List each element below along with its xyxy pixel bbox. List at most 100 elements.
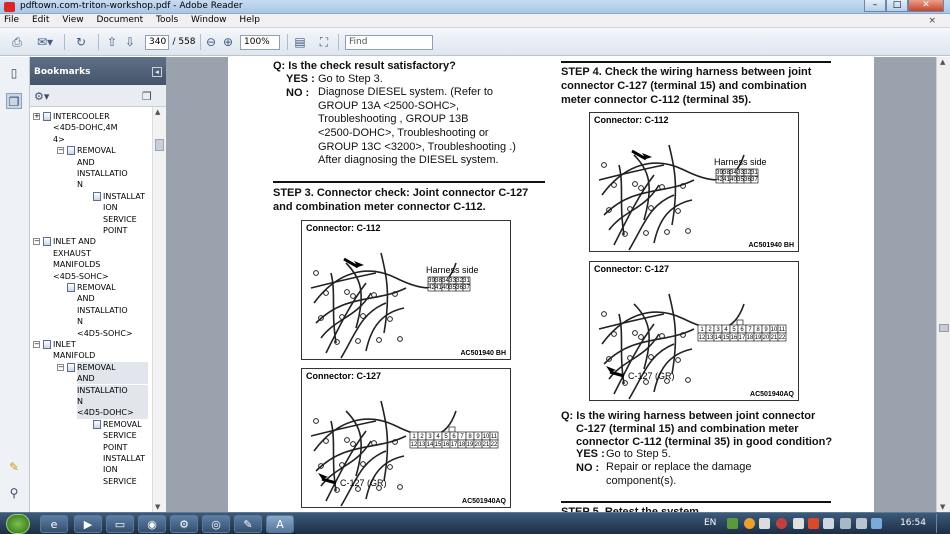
menu-tools[interactable]: Tools: [152, 14, 184, 25]
bookmark-item[interactable]: INSTALLATIO: [77, 305, 148, 316]
tray-update-icon[interactable]: [744, 518, 755, 529]
menu-help[interactable]: Help: [235, 14, 266, 25]
bookmark-item[interactable]: N: [77, 179, 148, 190]
menu-document[interactable]: Document: [92, 14, 149, 25]
attachments-icon[interactable]: ⚲: [6, 485, 22, 501]
bookmark-item[interactable]: <4D5-SOHC>: [53, 271, 148, 282]
bookmark-item[interactable]: <4D5-DOHC,4M: [53, 122, 148, 133]
full-screen-icon[interactable]: ⛶: [316, 34, 332, 50]
yes-label: YES :: [576, 448, 605, 460]
clock[interactable]: 16:54: [900, 518, 926, 528]
bookmark-item[interactable]: INSTALLATIO: [77, 168, 148, 179]
menu-bar: File Edit View Document Tools Window Hel…: [0, 14, 950, 28]
bookmark-item[interactable]: INSTALLAT: [103, 453, 148, 464]
bookmarks-icon[interactable]: ❐: [6, 93, 22, 109]
internet-explorer-icon[interactable]: e: [40, 515, 68, 533]
file-explorer-icon[interactable]: ▭: [106, 515, 134, 533]
bookmark-item[interactable]: AND: [77, 373, 148, 385]
menu-file[interactable]: File: [0, 14, 25, 25]
close-button[interactable]: ✕: [908, 0, 944, 12]
utility-icon[interactable]: ⚙: [170, 515, 198, 533]
expand-toggle-icon[interactable]: +: [33, 113, 40, 120]
connector-pin: 15: [721, 332, 731, 342]
bookmark-item[interactable]: <4D5-SOHC>: [77, 328, 148, 339]
start-button[interactable]: [6, 514, 30, 534]
bookmark-item[interactable]: MANIFOLDS: [53, 259, 148, 270]
tray-security-icon[interactable]: [776, 518, 787, 529]
bookmark-item[interactable]: AND: [77, 157, 148, 168]
menu-window[interactable]: Window: [187, 14, 233, 25]
connector-pin: 37: [750, 175, 758, 184]
chrome-icon[interactable]: ◎: [202, 515, 230, 533]
show-desktop-button[interactable]: [936, 514, 948, 533]
document-scrollbar[interactable]: ▲ ▼: [936, 57, 950, 512]
collaborate-icon[interactable]: ↻: [72, 34, 90, 50]
pages-icon[interactable]: ▯: [6, 65, 22, 81]
maximize-button[interactable]: □: [886, 0, 908, 12]
media-player-icon[interactable]: ▶: [74, 515, 102, 533]
email-icon[interactable]: ✉▾: [34, 34, 56, 50]
bookmark-item[interactable]: − REMOVAL: [57, 145, 148, 156]
bookmark-item[interactable]: − INLET AND: [33, 236, 148, 247]
close-document-button[interactable]: ×: [924, 15, 942, 26]
bookmarks-scrollbar[interactable]: ▲ ▼: [152, 107, 166, 512]
bookmark-item[interactable]: POINT: [103, 442, 148, 453]
bookmark-item[interactable]: SERVICE: [103, 430, 148, 441]
menu-edit[interactable]: Edit: [28, 14, 55, 25]
minimize-button[interactable]: –: [864, 0, 886, 12]
total-pages: / 558: [172, 37, 196, 47]
previous-page-icon[interactable]: ⇧: [104, 34, 120, 50]
bookmark-item[interactable]: EXHAUST: [53, 248, 148, 259]
tray-volume-icon[interactable]: [856, 518, 867, 529]
expand-toggle-icon[interactable]: −: [57, 363, 64, 371]
figure-code: AC501940 BH: [748, 242, 794, 249]
bookmark-item[interactable]: POINT: [103, 225, 148, 236]
tray-device-icon[interactable]: [759, 518, 770, 529]
bookmark-item[interactable]: MANIFOLD: [53, 350, 148, 361]
collapse-panel-icon[interactable]: ◂: [152, 67, 162, 77]
print-icon[interactable]: ⎙: [8, 34, 26, 50]
find-input[interactable]: Find: [345, 35, 433, 50]
document-area[interactable]: Q: Is the check result satisfactory? YES…: [166, 57, 936, 518]
title-bar[interactable]: pdftown.com-triton-workshop.pdf - Adobe …: [0, 0, 950, 14]
expand-toggle-icon[interactable]: −: [57, 147, 64, 155]
zoom-out-icon[interactable]: ⊖: [204, 34, 218, 50]
tray-network-icon[interactable]: [840, 518, 851, 529]
bookmark-item[interactable]: N: [77, 316, 148, 327]
zoom-select[interactable]: 100%: [240, 35, 280, 50]
bookmark-item[interactable]: REMOVAL: [93, 419, 148, 430]
paint-icon[interactable]: ✎: [234, 515, 262, 533]
tray-antivirus-icon[interactable]: [808, 518, 819, 529]
adobe-reader-taskbar-icon[interactable]: A: [266, 515, 294, 533]
next-page-icon[interactable]: ⇩: [122, 34, 138, 50]
bookmark-item[interactable]: AND: [77, 293, 148, 304]
comments-icon[interactable]: ✎: [6, 459, 22, 475]
bookmark-item[interactable]: SERVICE: [103, 476, 148, 487]
bookmark-item[interactable]: ION: [103, 202, 148, 213]
expand-toggle-icon[interactable]: −: [33, 238, 40, 246]
firefox-icon[interactable]: ◉: [138, 515, 166, 533]
options-gear-icon[interactable]: ⚙▾: [34, 90, 49, 103]
menu-view[interactable]: View: [58, 14, 89, 25]
bookmark-item[interactable]: REMOVAL: [67, 282, 148, 293]
language-indicator[interactable]: EN: [704, 518, 716, 528]
bookmark-item[interactable]: INSTALLATIO: [77, 384, 148, 396]
tray-shield-icon[interactable]: [793, 518, 804, 529]
bookmark-item[interactable]: <4D5-DOHC>: [77, 407, 148, 419]
bookmark-item[interactable]: + INTERCOOLER: [33, 111, 148, 122]
expand-bookmark-icon[interactable]: ❐: [142, 90, 152, 103]
tray-flag-icon[interactable]: [823, 518, 834, 529]
bookmark-item[interactable]: N: [77, 396, 148, 408]
bookmark-item[interactable]: − REMOVAL: [57, 361, 148, 374]
expand-toggle-icon[interactable]: −: [33, 341, 40, 348]
bookmark-item[interactable]: − INLET: [33, 339, 148, 350]
bookmark-item[interactable]: ION: [103, 464, 148, 475]
bookmark-item[interactable]: INSTALLAT: [93, 191, 148, 202]
bookmark-item[interactable]: 4>: [53, 134, 148, 145]
tray-app-icon[interactable]: [727, 518, 738, 529]
fit-page-icon[interactable]: ▤: [292, 34, 308, 50]
zoom-in-icon[interactable]: ⊕: [221, 34, 235, 50]
bookmark-item[interactable]: SERVICE: [103, 214, 148, 225]
page-number-input[interactable]: 340: [145, 35, 169, 50]
tray-power-icon[interactable]: [871, 518, 882, 529]
